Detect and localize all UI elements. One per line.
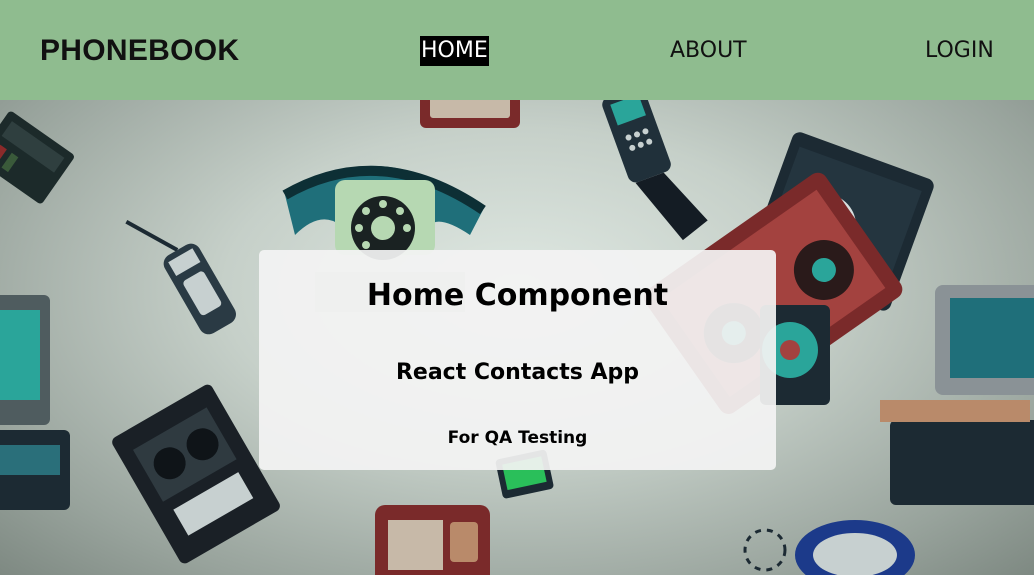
nav-link-home[interactable]: HOME [420,36,489,66]
flip-phone-icon [602,100,708,241]
cell-phone-icon [125,219,236,335]
home-note: For QA Testing [447,428,588,448]
tape-deck-icon [0,111,74,204]
navbar: PHONEBOOK HOME ABOUT LOGIN [0,0,1034,100]
radio-top-icon [420,100,520,128]
home-subtitle: React Contacts App [395,360,640,385]
nav-link-about[interactable]: ABOUT [670,36,747,66]
home-card: Home Component React Contacts App For QA… [259,250,776,470]
radio-bottom-icon [375,505,490,575]
tamagotchi-icon [795,520,915,575]
vhs-cassette-icon [112,384,280,564]
dial-icon [743,528,787,572]
home-title: Home Component [366,278,669,313]
computer-icon [880,285,1034,505]
tv-left-icon [0,295,50,425]
rotary-phone-icon [282,165,486,260]
device-left-bottom-icon [0,430,70,510]
brand-title[interactable]: PHONEBOOK [40,34,239,68]
nav-link-login[interactable]: LOGIN [925,36,994,66]
